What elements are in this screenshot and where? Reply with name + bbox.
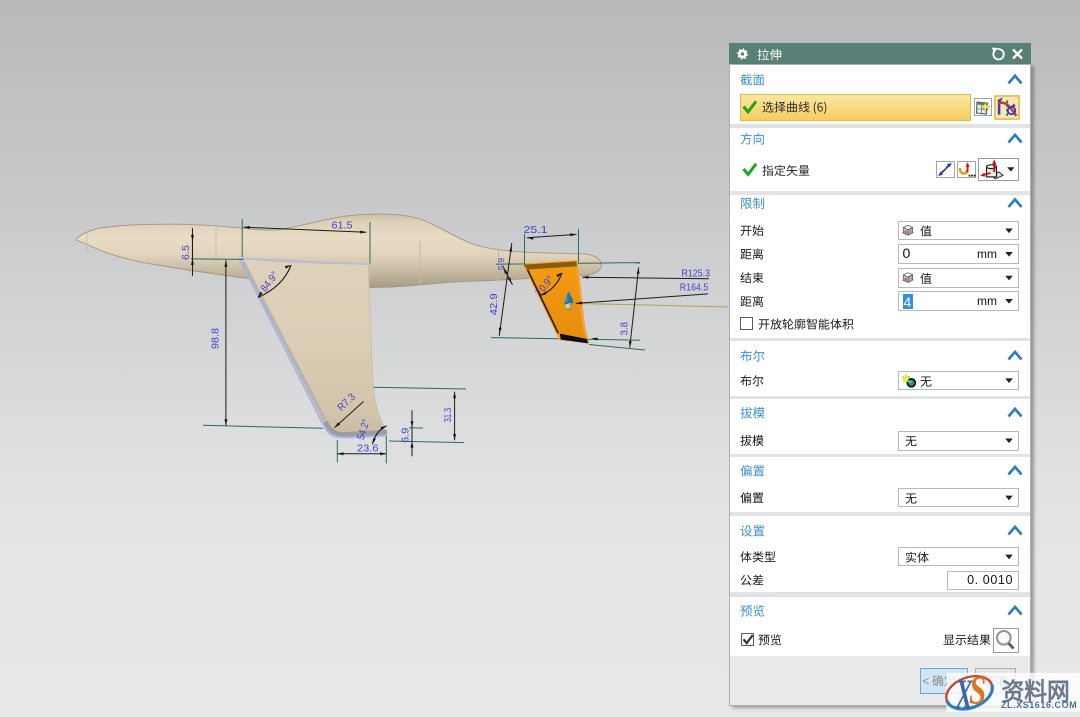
svg-text:S: S <box>969 668 986 713</box>
svg-text:ZL.XS1616.COM: ZL.XS1616.COM <box>1001 700 1077 710</box>
svg-text:<: < <box>923 676 930 688</box>
